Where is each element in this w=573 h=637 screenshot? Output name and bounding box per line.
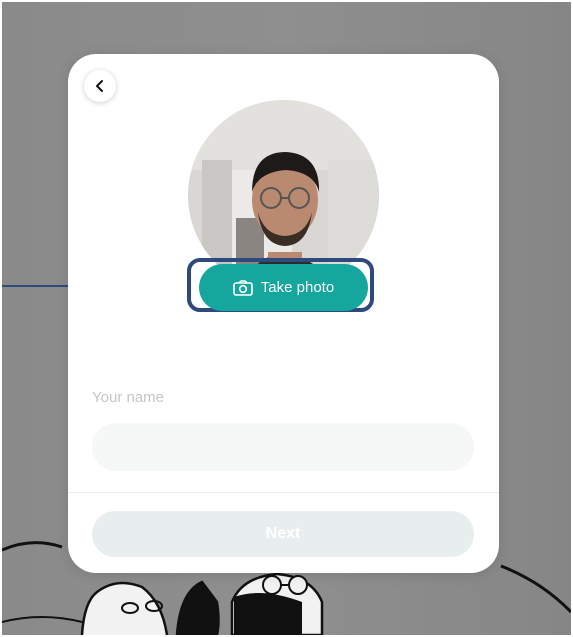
camera-icon (232, 279, 253, 296)
name-input[interactable] (92, 423, 474, 471)
chevron-left-icon (96, 80, 103, 92)
profile-setup-card: Take photo Your name Next (68, 54, 499, 573)
divider (68, 492, 499, 493)
back-button[interactable] (84, 70, 116, 102)
take-photo-button[interactable]: Take photo (199, 264, 368, 311)
next-button[interactable]: Next (92, 511, 474, 557)
name-field-label: Your name (92, 389, 164, 406)
take-photo-label: Take photo (260, 279, 335, 296)
